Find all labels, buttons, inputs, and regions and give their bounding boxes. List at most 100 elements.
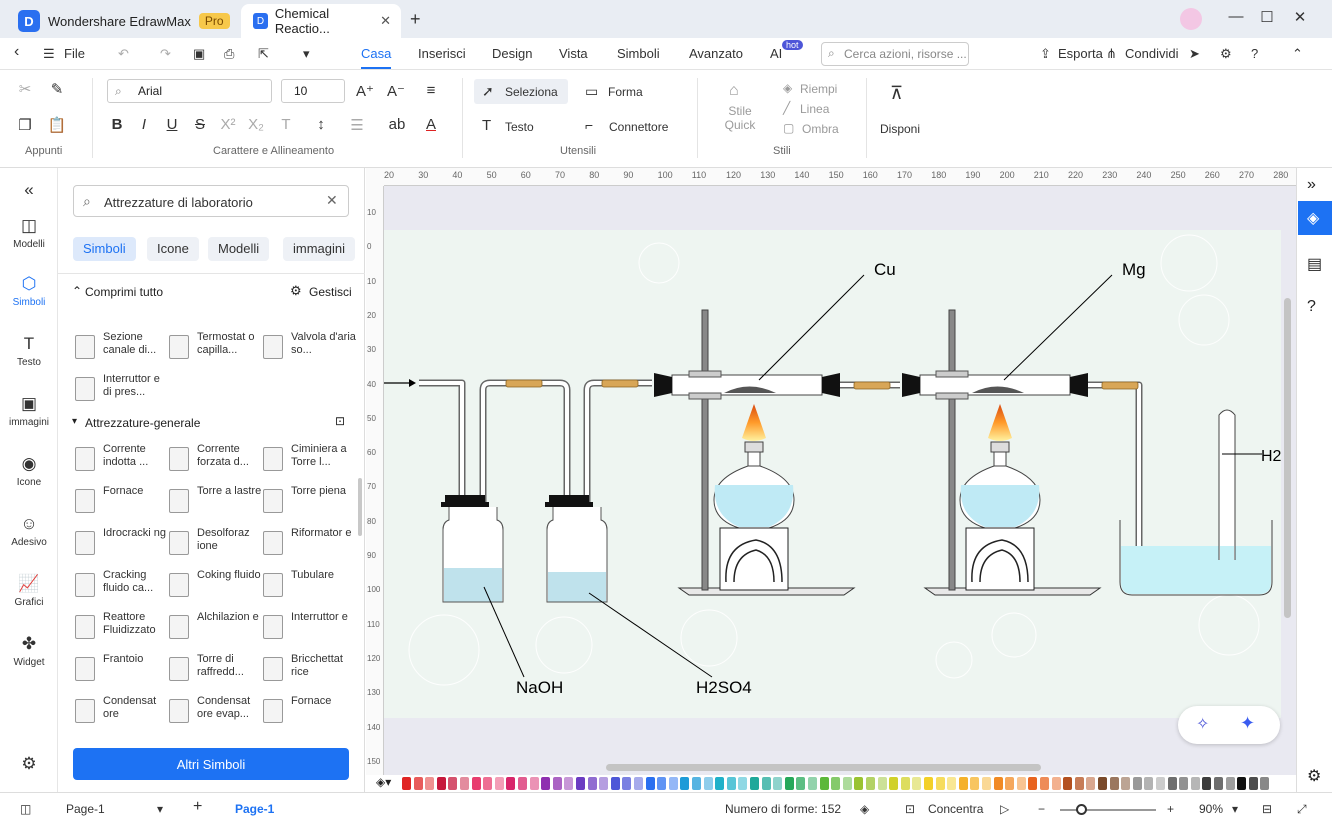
- symbol-item[interactable]: Corrente indotta ...: [75, 443, 170, 483]
- symbol-item[interactable]: Reattore Fluidizzato: [75, 611, 170, 651]
- color-swatch[interactable]: [808, 777, 817, 790]
- file-menu[interactable]: File: [64, 46, 85, 61]
- color-swatch[interactable]: [819, 777, 829, 790]
- line-icon[interactable]: ╱: [783, 101, 790, 115]
- rail-icons[interactable]: ◉ Icone: [0, 454, 58, 488]
- collapse-all-button[interactable]: Comprimi tutto: [85, 285, 163, 299]
- color-swatch[interactable]: [889, 777, 899, 790]
- color-swatch[interactable]: [552, 777, 562, 790]
- color-swatch[interactable]: [866, 777, 875, 790]
- category-header[interactable]: Attrezzature-generale: [85, 416, 200, 430]
- color-swatch[interactable]: [912, 777, 922, 790]
- arrange-icon[interactable]: ⊼: [890, 83, 903, 104]
- shape-icon[interactable]: ▭: [585, 83, 598, 100]
- shadow-icon[interactable]: ▢: [783, 121, 794, 135]
- paste-icon[interactable]: 📋: [46, 116, 68, 134]
- color-swatch[interactable]: [541, 777, 551, 790]
- wash-bottle-naoh[interactable]: [441, 495, 504, 603]
- text-tool-label[interactable]: Testo: [505, 120, 534, 134]
- color-swatch[interactable]: [471, 777, 481, 790]
- color-swatch[interactable]: [900, 777, 910, 790]
- symbol-item[interactable]: Sezione canale di...: [75, 331, 170, 371]
- rail-charts[interactable]: 📈 Grafici: [0, 574, 58, 608]
- symbol-item[interactable]: Torre di raffredd...: [169, 653, 264, 693]
- symbol-item[interactable]: Ciminiera a Torre l...: [263, 443, 358, 483]
- color-swatch[interactable]: [1121, 777, 1131, 790]
- text-style-icon[interactable]: ab: [386, 116, 408, 133]
- rail-text[interactable]: T Testo: [0, 334, 58, 368]
- symbol-item[interactable]: Condensat ore evap...: [169, 695, 264, 735]
- color-swatch[interactable]: [1098, 777, 1107, 790]
- focus-icon[interactable]: ⊡: [905, 802, 915, 816]
- rail-widgets[interactable]: ✤ Widget: [0, 634, 58, 668]
- share-icon[interactable]: ⋔: [1106, 46, 1117, 62]
- symbol-item[interactable]: Valvola d'aria so...: [263, 331, 358, 371]
- symbol-item[interactable]: Fornace: [263, 695, 358, 735]
- symbol-item[interactable]: Cracking fluido ca...: [75, 569, 170, 609]
- line-label[interactable]: Linea: [800, 102, 829, 116]
- help-circle-icon[interactable]: ?: [1307, 298, 1316, 316]
- symbol-item[interactable]: Torre piena: [263, 485, 358, 525]
- tab-casa[interactable]: Casa: [361, 46, 392, 69]
- color-swatch[interactable]: [622, 777, 632, 790]
- symbol-item[interactable]: Coking fluido: [169, 569, 264, 609]
- symbol-item[interactable]: Corrente forzata d...: [169, 443, 264, 483]
- fit-page-icon[interactable]: ⤢: [1297, 802, 1307, 817]
- color-swatch[interactable]: [494, 777, 504, 790]
- fill-icon[interactable]: ◈: [783, 81, 792, 95]
- zoom-level[interactable]: 90%: [1199, 802, 1223, 816]
- symbol-item[interactable]: Bricchettat rice: [263, 653, 358, 693]
- label-h2so4[interactable]: H2SO4: [696, 678, 752, 697]
- strikethrough-icon[interactable]: S: [189, 116, 211, 133]
- color-swatch[interactable]: [668, 777, 678, 790]
- close-window-icon[interactable]: ✕: [1285, 8, 1315, 26]
- color-swatch[interactable]: [1248, 777, 1258, 790]
- category-options-icon[interactable]: ⊡: [335, 414, 345, 428]
- color-swatch[interactable]: [958, 777, 968, 790]
- color-swatch[interactable]: [680, 777, 690, 790]
- wash-bottle-h2so4[interactable]: [545, 495, 608, 603]
- print-icon[interactable]: ⎙: [224, 46, 234, 62]
- tab-vista[interactable]: Vista: [559, 46, 588, 61]
- play-icon[interactable]: ▷: [1000, 802, 1009, 816]
- align-icon[interactable]: ≡: [420, 82, 442, 99]
- symbol-item[interactable]: Tubulare: [263, 569, 358, 609]
- back-icon[interactable]: ‹: [14, 43, 19, 61]
- send-icon[interactable]: ➤: [1189, 46, 1200, 62]
- color-swatch[interactable]: [402, 777, 411, 790]
- color-swatch[interactable]: [993, 777, 1003, 790]
- settings-gear-icon[interactable]: ⚙: [0, 754, 58, 774]
- arrange-label[interactable]: Disponi: [880, 122, 920, 136]
- app-tab[interactable]: D Wondershare EdrawMax Pro: [18, 4, 233, 38]
- color-swatch[interactable]: [1202, 777, 1212, 790]
- color-swatch[interactable]: [576, 777, 585, 790]
- color-swatch[interactable]: [587, 777, 597, 790]
- hamburger-icon[interactable]: ☰: [43, 46, 55, 62]
- combustion-tube-cu[interactable]: [654, 370, 840, 400]
- symbol-item[interactable]: Idrocracki ng: [75, 527, 170, 567]
- diagram-page[interactable]: Cu Mg H2 NaOH H2SO4: [384, 230, 1282, 718]
- settings-icon[interactable]: ⚙: [1307, 766, 1321, 786]
- export-share-icon[interactable]: ⇱: [258, 46, 269, 62]
- color-swatch[interactable]: [924, 777, 933, 790]
- symbol-item[interactable]: Condensat ore: [75, 695, 170, 735]
- tab-design[interactable]: Design: [492, 46, 532, 61]
- more-dropdown-icon[interactable]: ▾: [303, 46, 310, 62]
- zoom-slider-handle[interactable]: [1076, 804, 1087, 815]
- export-button[interactable]: Esporta: [1058, 46, 1103, 61]
- color-swatch[interactable]: [784, 777, 794, 790]
- save-icon[interactable]: ▣: [193, 46, 205, 62]
- color-swatch[interactable]: [970, 777, 980, 790]
- color-swatch[interactable]: [645, 777, 655, 790]
- list-icon[interactable]: ☰: [346, 116, 368, 134]
- alcohol-burner-1[interactable]: [713, 404, 795, 591]
- chip-symbols[interactable]: Simboli: [73, 237, 136, 261]
- combustion-tube-mg[interactable]: [902, 370, 1088, 400]
- layers-icon[interactable]: ◈: [860, 802, 869, 816]
- manage-icon[interactable]: ⚙: [290, 283, 302, 299]
- color-swatch[interactable]: [1179, 777, 1189, 790]
- redo-icon[interactable]: ↷: [160, 46, 171, 62]
- color-swatch[interactable]: [483, 777, 493, 790]
- color-swatch[interactable]: [1144, 777, 1154, 790]
- ai-magic-icon[interactable]: ✧: [1196, 714, 1209, 734]
